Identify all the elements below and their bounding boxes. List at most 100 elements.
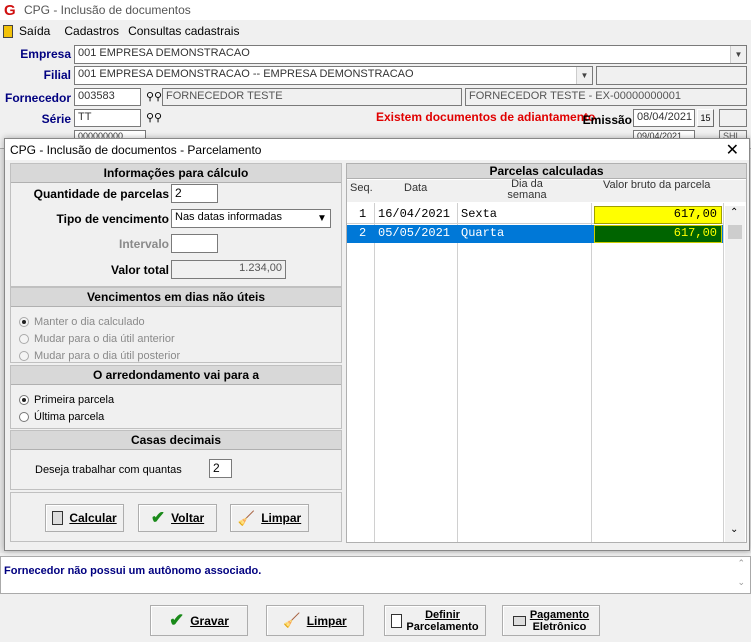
casas-label: Deseja trabalhar com quantas bbox=[35, 464, 182, 476]
document-icon bbox=[391, 613, 403, 628]
vencimentos-group: Vencimentos em dias não úteis Manter o d… bbox=[10, 287, 342, 363]
radio-dot bbox=[19, 316, 29, 327]
fornecedor-label: Fornecedor bbox=[4, 91, 71, 105]
parcelas-panel: Parcelas calculadas Seq. Data Dia da sem… bbox=[346, 163, 747, 543]
pagamento-label-1: Pagamento bbox=[529, 608, 590, 621]
radio-label: Primeira parcela bbox=[34, 393, 115, 406]
cell-valor: 617,00 bbox=[594, 206, 722, 224]
status-area: Fornecedor não possui um autônomo associ… bbox=[0, 556, 751, 594]
limpar-footer-label: Limpar bbox=[306, 613, 347, 628]
radio-ultima-parcela[interactable]: Última parcela bbox=[19, 408, 341, 425]
vencimentos-header: Vencimentos em dias não úteis bbox=[11, 288, 341, 307]
scroll-up-icon[interactable]: ⌃ bbox=[730, 207, 738, 218]
scroll-thumb[interactable] bbox=[728, 225, 742, 239]
cell-valor: 617,00 bbox=[594, 225, 722, 243]
pagamento-label: Pagamento Eletrônico bbox=[530, 609, 589, 633]
filial-label: Filial bbox=[43, 68, 71, 82]
chevron-down-icon: ▼ bbox=[314, 210, 330, 227]
definir-label: Definir Parcelamento bbox=[406, 609, 478, 633]
calculator-icon bbox=[52, 511, 64, 525]
table-row-selected[interactable]: 2 05/05/2021 Quarta 617,00 bbox=[347, 225, 723, 243]
qtd-field[interactable]: 2 bbox=[171, 184, 218, 203]
info-header: Informações para cálculo bbox=[11, 164, 341, 183]
col-valor: Valor bruto da parcela bbox=[603, 179, 711, 191]
intervalo-field[interactable] bbox=[171, 234, 218, 253]
col-data: Data bbox=[404, 182, 428, 194]
radio-dot bbox=[19, 394, 29, 405]
radio-dia-posterior[interactable]: Mudar para o dia útil posterior bbox=[19, 347, 341, 364]
adiantamento-warning: Existem documentos de adiantamento bbox=[376, 110, 596, 124]
radio-manter-dia[interactable]: Manter o dia calculado bbox=[19, 313, 341, 330]
chevron-down-icon: ▼ bbox=[576, 67, 592, 84]
pagamento-label-2: Eletrônico bbox=[532, 620, 587, 633]
menu-saida[interactable]: Saída bbox=[19, 24, 50, 38]
radio-dot bbox=[19, 333, 29, 344]
checkmark-icon: ✔ bbox=[150, 508, 166, 527]
scroll-down-icon[interactable]: ⌄ bbox=[737, 577, 745, 588]
serie-field[interactable]: TT bbox=[74, 109, 141, 127]
arredondamento-group: O arredondamento vai para a Primeira par… bbox=[10, 365, 342, 429]
radio-dia-anterior[interactable]: Mudar para o dia útil anterior bbox=[19, 330, 341, 347]
grid-line bbox=[457, 203, 458, 542]
cell-data: 16/04/2021 bbox=[378, 207, 451, 221]
calcular-button[interactable]: Calcular bbox=[45, 504, 124, 532]
filial-value: 001 EMPRESA DEMONSTRACAO -- EMPRESA DEMO… bbox=[78, 68, 414, 80]
grid-line bbox=[591, 203, 592, 542]
app-titlebar: G CPG - Inclusão de documentos bbox=[0, 0, 751, 20]
empresa-value: 001 EMPRESA DEMONSTRACAO bbox=[78, 47, 250, 59]
menu-bar: Saída Cadastros Consultas cadastrais bbox=[0, 20, 751, 42]
scroll-down-icon[interactable]: ⌄ bbox=[730, 524, 738, 535]
grid-scrollbar[interactable]: ⌃ ⌄ bbox=[725, 206, 745, 542]
binoculars-icon[interactable]: ⚲⚲ bbox=[146, 90, 162, 103]
empresa-select[interactable]: 001 EMPRESA DEMONSTRACAO ▼ bbox=[74, 45, 747, 64]
dialog-title: CPG - Inclusão de documentos - Parcelame… bbox=[10, 142, 262, 157]
serie-label: Série bbox=[41, 112, 71, 126]
emissao-extra bbox=[719, 109, 747, 127]
cell-seq: 1 bbox=[359, 207, 367, 221]
grid-line bbox=[374, 203, 375, 542]
menu-consultas[interactable]: Consultas cadastrais bbox=[128, 24, 239, 38]
cell-data: 05/05/2021 bbox=[378, 226, 451, 240]
fornecedor-full: FORNECEDOR TESTE - EX-00000000001 bbox=[465, 88, 747, 106]
casas-field[interactable]: 2 bbox=[209, 459, 232, 478]
tipo-select[interactable]: Nas datas informadas ▼ bbox=[171, 209, 331, 228]
limpar-button[interactable]: 🧹 Limpar bbox=[230, 504, 309, 532]
door-icon bbox=[3, 24, 13, 38]
menu-cadastros[interactable]: Cadastros bbox=[64, 24, 119, 38]
gravar-button[interactable]: ✔ Gravar bbox=[150, 605, 248, 636]
emissao-field[interactable]: 08/04/2021 bbox=[633, 109, 695, 127]
arredondamento-header: O arredondamento vai para a bbox=[11, 366, 341, 385]
cell-dia: Sexta bbox=[461, 207, 498, 221]
radio-primeira-parcela[interactable]: Primeira parcela bbox=[19, 391, 341, 408]
dialog-titlebar: CPG - Inclusão de documentos - Parcelame… bbox=[5, 139, 749, 160]
checkmark-icon: ✔ bbox=[169, 610, 185, 630]
status-message: Fornecedor não possui um autônomo associ… bbox=[4, 565, 262, 577]
scroll-up-icon[interactable]: ⌃ bbox=[737, 558, 745, 569]
qtd-label: Quantidade de parcelas bbox=[33, 187, 169, 201]
radio-label: Última parcela bbox=[34, 410, 105, 423]
casas-header: Casas decimais bbox=[11, 431, 341, 450]
col-dia: Dia da semana bbox=[507, 178, 547, 201]
valor-total-label: Valor total bbox=[110, 263, 169, 277]
intervalo-label: Intervalo bbox=[118, 237, 169, 251]
definir-label-1: Definir bbox=[425, 608, 460, 621]
definir-parcelamento-button[interactable]: Definir Parcelamento bbox=[384, 605, 486, 636]
filial-select[interactable]: 001 EMPRESA DEMONSTRACAO -- EMPRESA DEMO… bbox=[74, 66, 593, 85]
app-title: CPG - Inclusão de documentos bbox=[24, 3, 191, 17]
voltar-button[interactable]: ✔ Voltar bbox=[138, 504, 217, 532]
parcelamento-dialog: CPG - Inclusão de documentos - Parcelame… bbox=[4, 138, 750, 551]
fornecedor-code[interactable]: 003583 bbox=[74, 88, 141, 106]
table-row[interactable]: 1 16/04/2021 Sexta 617,00 bbox=[347, 206, 723, 224]
binoculars-icon[interactable]: ⚲⚲ bbox=[146, 111, 162, 124]
tipo-label: Tipo de vencimento bbox=[56, 212, 169, 226]
col-seq: Seq. bbox=[350, 182, 373, 194]
limpar-footer-button[interactable]: 🧹 Limpar bbox=[266, 605, 364, 636]
close-icon[interactable]: ✕ bbox=[726, 140, 739, 160]
chevron-down-icon: ▼ bbox=[730, 46, 746, 63]
radio-label: Mudar para o dia útil anterior bbox=[34, 332, 175, 345]
pagamento-eletronico-button[interactable]: Pagamento Eletrônico bbox=[502, 605, 600, 636]
grid-line bbox=[723, 203, 724, 542]
grid-column-headers: Seq. Data Dia da semana Valor bruto da p… bbox=[347, 178, 746, 202]
calendar-icon[interactable]: 15 bbox=[697, 109, 714, 127]
valor-total-field: 1.234,00 bbox=[171, 260, 286, 279]
